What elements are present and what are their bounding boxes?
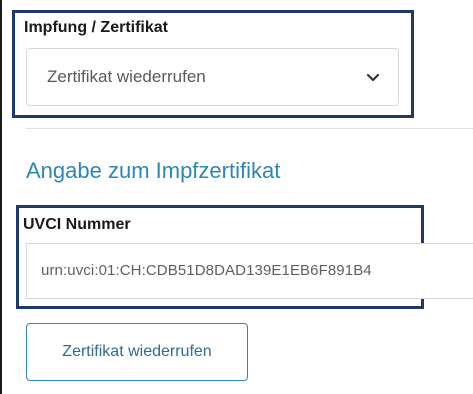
uvci-number-label: UVCI Nummer: [23, 216, 131, 233]
vaccination-certificate-label: Impfung / Zertifikat: [24, 19, 168, 36]
window-left-edge: [0, 0, 2, 394]
certificate-action-selected-value: Zertifikat wiederrufen: [47, 67, 206, 86]
uvci-number-field[interactable]: urn:uvci:01:CH:CDB51D8DAD139E1EB6F891B4: [26, 243, 473, 299]
section-title-certificate-details: Angabe zum Impfzertifikat: [26, 158, 281, 183]
section-divider: [26, 128, 473, 129]
certificate-action-select[interactable]: Zertifikat wiederrufen: [26, 48, 399, 106]
uvci-number-value: urn:uvci:01:CH:CDB51D8DAD139E1EB6F891B4: [41, 262, 372, 279]
revoke-certificate-button[interactable]: Zertifikat wiederrufen: [26, 323, 248, 381]
chevron-down-icon: [366, 73, 380, 82]
